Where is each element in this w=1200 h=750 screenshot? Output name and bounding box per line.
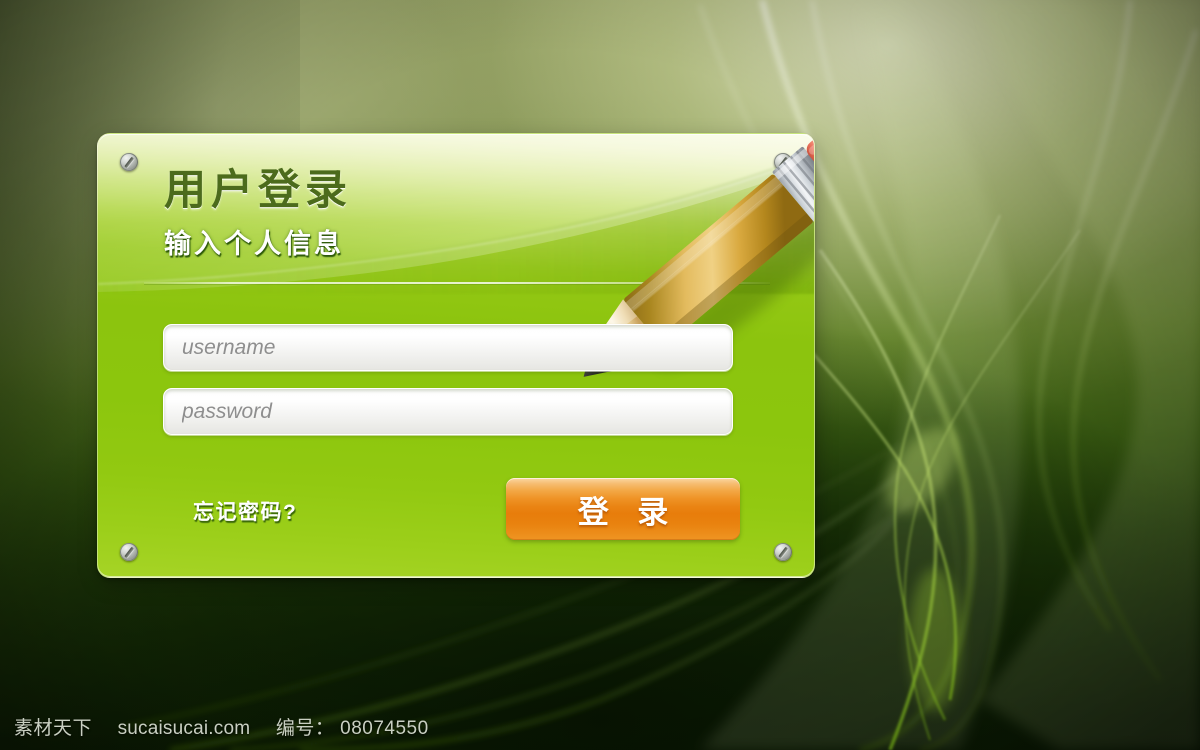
- login-screen: 用户登录 输入个人信息 username password 忘记密码? 登 录 …: [0, 0, 1200, 750]
- login-panel: 用户登录 输入个人信息 username password 忘记密码? 登 录: [97, 133, 815, 578]
- page-subtitle: 输入个人信息: [164, 229, 344, 259]
- password-input[interactable]: [164, 389, 732, 434]
- screw-icon-top-left: [120, 153, 138, 171]
- screw-icon-bottom-right: [774, 543, 792, 561]
- watermark-site: sucaisucai.com: [117, 718, 251, 739]
- username-field[interactable]: [163, 324, 733, 371]
- page-title: 用户登录: [164, 166, 353, 213]
- password-field[interactable]: [163, 388, 733, 435]
- watermark-brand: 素材天下: [14, 718, 93, 739]
- watermark-id-value: 08074550: [340, 718, 429, 739]
- watermark: 素材天下 sucaisucai.com 编号： 08074550: [14, 713, 429, 740]
- username-input[interactable]: [164, 325, 732, 370]
- screw-icon-top-right: [774, 153, 792, 171]
- forgot-password-link[interactable]: 忘记密码?: [193, 496, 297, 526]
- login-button[interactable]: 登 录: [506, 478, 740, 540]
- header-divider: [144, 282, 770, 284]
- screw-icon-bottom-left: [120, 543, 138, 561]
- watermark-id-label: 编号：: [275, 718, 335, 739]
